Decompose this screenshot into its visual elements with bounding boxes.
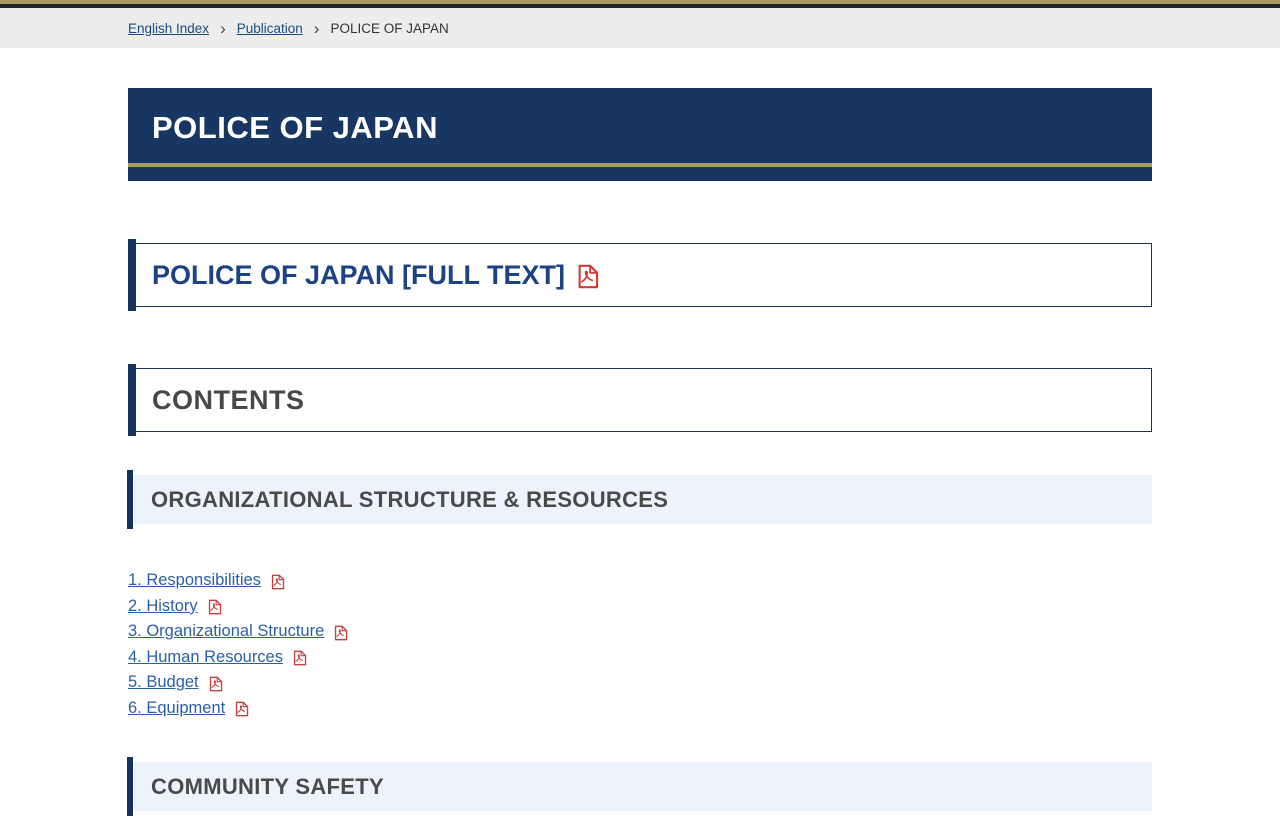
pdf-icon	[574, 263, 601, 290]
left-accent-bar	[127, 470, 133, 529]
section-title: COMMUNITY SAFETY	[151, 773, 384, 799]
section-header-organizational-structure: ORGANIZATIONAL STRUCTURE & RESOURCES	[127, 470, 1152, 529]
breadcrumb: English Index › Publication › POLICE OF …	[0, 8, 1280, 48]
pdf-icon	[269, 573, 286, 591]
pdf-icon	[332, 624, 349, 642]
toc-list: 1. Responsibilities 2. History 3. Organi…	[128, 568, 1152, 721]
breadcrumb-link-english-index[interactable]: English Index	[128, 21, 209, 36]
contents-box: CONTENTS	[128, 364, 1152, 436]
section-header-community-safety: COMMUNITY SAFETY	[127, 757, 1152, 816]
list-item: 3. Organizational Structure	[128, 619, 1152, 645]
left-accent-bar	[128, 239, 136, 311]
breadcrumb-current-page: POLICE OF JAPAN	[330, 20, 449, 36]
left-accent-bar	[127, 757, 133, 816]
pdf-icon	[206, 598, 223, 616]
toc-link-history[interactable]: 2. History	[128, 597, 198, 616]
chevron-right-icon: ›	[220, 18, 226, 38]
toc-link-equipment[interactable]: 6. Equipment	[128, 699, 225, 718]
list-item: 6. Equipment	[128, 696, 1152, 722]
page-title: POLICE OF JAPAN	[152, 110, 438, 145]
toc-link-responsibilities[interactable]: 1. Responsibilities	[128, 571, 261, 590]
toc-link-budget[interactable]: 5. Budget	[128, 673, 199, 692]
list-item: 5. Budget	[128, 670, 1152, 696]
list-item: 2. History	[128, 594, 1152, 620]
full-text-pdf-link[interactable]: POLICE OF JAPAN [FULL TEXT]	[152, 260, 601, 291]
chevron-right-icon: ›	[313, 18, 320, 38]
section-title: ORGANIZATIONAL STRUCTURE & RESOURCES	[151, 486, 669, 512]
breadcrumb-trail: English Index › Publication › POLICE OF …	[128, 20, 1152, 37]
list-item: 4. Human Resources	[128, 645, 1152, 671]
pdf-icon	[291, 649, 308, 667]
main-content: POLICE OF JAPAN POLICE OF JAPAN [FULL TE…	[127, 88, 1152, 816]
toc-link-organizational-structure[interactable]: 3. Organizational Structure	[128, 622, 324, 641]
breadcrumb-link-publication[interactable]: Publication	[237, 21, 303, 36]
contents-heading: CONTENTS	[152, 384, 305, 415]
page-title-banner: POLICE OF JAPAN	[128, 88, 1152, 181]
pdf-icon	[207, 675, 224, 693]
list-item: 1. Responsibilities	[128, 568, 1152, 594]
pdf-icon	[233, 700, 250, 718]
toc-link-human-resources[interactable]: 4. Human Resources	[128, 648, 283, 667]
left-accent-bar	[128, 364, 136, 436]
banner-gold-accent-line	[128, 163, 1152, 167]
full-text-box: POLICE OF JAPAN [FULL TEXT]	[128, 239, 1152, 311]
full-text-label: POLICE OF JAPAN [FULL TEXT]	[152, 259, 566, 290]
